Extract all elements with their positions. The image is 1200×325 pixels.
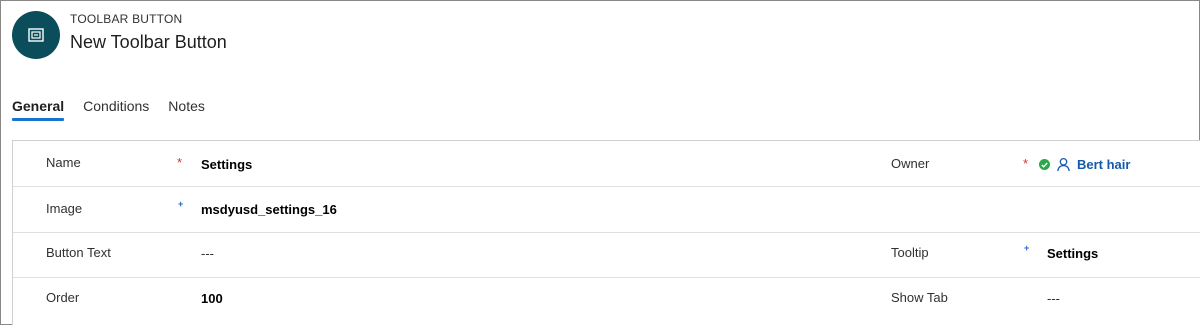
form-row: Name * Settings Owner * Bert hair — [13, 141, 1200, 186]
button-text-label: Button Text — [46, 245, 111, 260]
general-form-section: Name * Settings Owner * Bert hair Image … — [12, 140, 1200, 325]
tooltip-label: Tooltip — [891, 245, 929, 260]
show-tab-value[interactable]: --- — [1047, 291, 1060, 306]
entity-avatar — [12, 11, 60, 59]
required-marker: * — [177, 155, 183, 170]
check-circle-icon — [1039, 159, 1050, 170]
button-text-value[interactable]: --- — [201, 246, 214, 261]
tooltip-value[interactable]: Settings — [1047, 246, 1098, 261]
form-row: Image + msdyusd_settings_16 — [13, 186, 1200, 231]
owner-lookup[interactable]: Bert hair — [1039, 157, 1130, 172]
recommended-marker: + — [1024, 243, 1030, 253]
record-header: TOOLBAR BUTTON New Toolbar Button — [12, 10, 227, 60]
tab-notes[interactable]: Notes — [168, 95, 205, 121]
name-value[interactable]: Settings — [201, 157, 252, 172]
show-tab-label: Show Tab — [891, 290, 948, 305]
order-label: Order — [46, 290, 80, 305]
image-label: Image — [46, 201, 83, 216]
required-marker: * — [1023, 156, 1029, 171]
header-titles: TOOLBAR BUTTON New Toolbar Button — [70, 12, 227, 54]
name-label: Name — [46, 155, 81, 170]
tab-list: General Conditions Notes — [12, 95, 224, 121]
entity-type-label: TOOLBAR BUTTON — [70, 12, 183, 26]
form-row: Order 100 Show Tab --- — [13, 277, 1200, 322]
image-value[interactable]: msdyusd_settings_16 — [201, 202, 337, 217]
owner-name-link[interactable]: Bert hair — [1077, 157, 1130, 172]
toolbar-button-icon — [28, 28, 44, 42]
recommended-marker: + — [178, 199, 184, 209]
record-title: New Toolbar Button — [70, 32, 227, 52]
tab-general[interactable]: General — [12, 95, 65, 121]
form-row: Button Text --- Tooltip + Settings — [13, 232, 1200, 277]
tab-conditions[interactable]: Conditions — [83, 95, 149, 121]
order-value[interactable]: 100 — [201, 291, 223, 306]
owner-label: Owner — [891, 156, 930, 171]
person-icon — [1056, 157, 1071, 172]
